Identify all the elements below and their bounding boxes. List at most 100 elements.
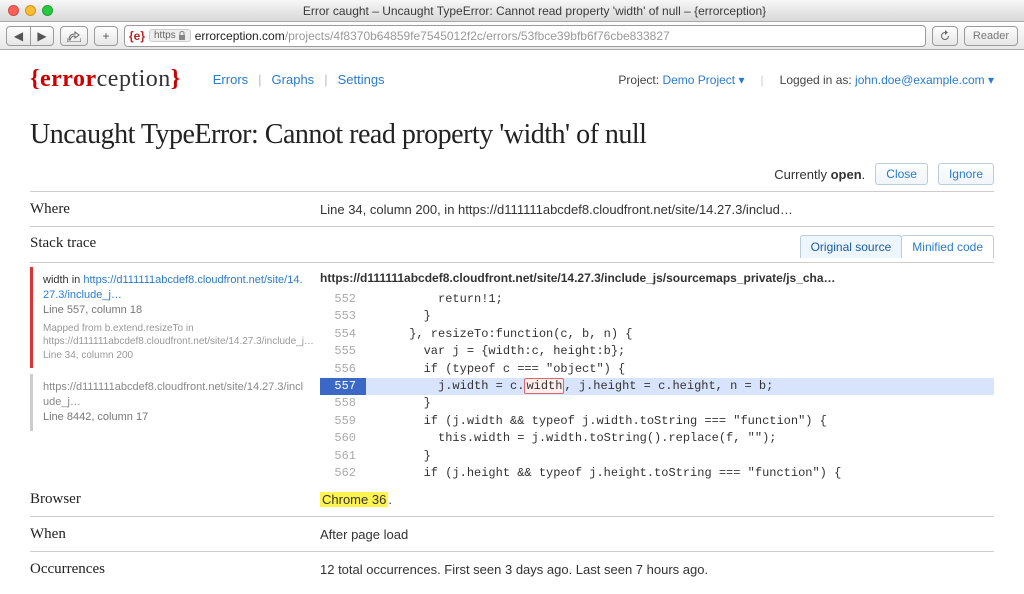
- code-text: var j = {width:c, height:b};: [366, 343, 994, 360]
- when-row: When After page load: [30, 517, 994, 552]
- occurrences-row: Occurrences 12 total occurrences. First …: [30, 552, 994, 586]
- code-block: 552 return!1;553 }554 }, resizeTo:functi…: [320, 291, 994, 482]
- stack-frame[interactable]: width in https://d111111abcdef8.cloudfro…: [30, 267, 312, 368]
- code-line: 560 this.width = j.width.toString().repl…: [320, 430, 994, 447]
- stack-frame[interactable]: https://d111111abcdef8.cloudfront.net/si…: [30, 374, 312, 431]
- https-badge: https: [149, 29, 191, 42]
- nav-separator: |: [324, 72, 327, 87]
- nav-separator: |: [761, 73, 764, 87]
- code-text: if (j.height && typeof j.height.toString…: [366, 465, 994, 482]
- nav-settings[interactable]: Settings: [334, 72, 389, 87]
- back-button[interactable]: ◀: [6, 26, 30, 46]
- source-tabs: Original source Minified code: [320, 235, 994, 258]
- url-text: errorception.com/projects/4f8370b64859fe…: [195, 29, 670, 43]
- user-link[interactable]: john.doe@example.com ▾: [855, 73, 994, 87]
- code-line: 557 j.width = c.width, j.height = c.heig…: [320, 378, 994, 395]
- line-number: 562: [320, 465, 366, 482]
- code-line: 556 if (typeof c === "object") {: [320, 361, 994, 378]
- code-text: return!1;: [366, 291, 994, 308]
- occurrences-label: Occurrences: [30, 560, 320, 578]
- when-label: When: [30, 525, 320, 543]
- where-value: Line 34, column 200, in https://d111111a…: [320, 200, 994, 217]
- close-button[interactable]: Close: [875, 163, 928, 185]
- favicon-icon: {e}: [129, 28, 145, 44]
- line-number: 558: [320, 395, 366, 412]
- line-number: 561: [320, 448, 366, 465]
- window-title: Error caught – Uncaught TypeError: Canno…: [53, 4, 1016, 18]
- lock-icon: [178, 31, 186, 40]
- code-line: 554 }, resizeTo:function(c, b, n) {: [320, 326, 994, 343]
- code-text: }: [366, 308, 994, 325]
- share-button[interactable]: [60, 26, 88, 46]
- browser-value: Chrome 36.: [320, 490, 994, 507]
- nav-errors[interactable]: Errors: [209, 72, 252, 87]
- code-text: this.width = j.width.toString().replace(…: [366, 430, 994, 447]
- code-text: j.width = c.width, j.height = c.height, …: [366, 378, 994, 395]
- add-button[interactable]: +: [94, 26, 118, 46]
- where-label: Where: [30, 200, 320, 218]
- code-line: 562 if (j.height && typeof j.height.toSt…: [320, 465, 994, 482]
- browser-toolbar: ◀ ▶ + {e} https errorception.com/project…: [0, 22, 1024, 50]
- when-value: After page load: [320, 525, 994, 542]
- stack-label: Stack trace: [30, 235, 320, 258]
- code-line: 561 }: [320, 448, 994, 465]
- code-line: 553 }: [320, 308, 994, 325]
- close-window-icon[interactable]: [8, 5, 19, 16]
- frame-location: Line 8442, column 17: [43, 411, 148, 423]
- line-number: 557: [320, 378, 366, 395]
- status-text: Currently open.: [774, 167, 865, 182]
- nav-graphs[interactable]: Graphs: [268, 72, 319, 87]
- line-number: 556: [320, 361, 366, 378]
- page-content: {errorception} Errors | Graphs | Setting…: [0, 50, 1024, 594]
- project-link[interactable]: Demo Project ▾: [662, 73, 744, 87]
- line-number: 555: [320, 343, 366, 360]
- reader-button[interactable]: Reader: [964, 26, 1018, 46]
- brand-logo[interactable]: {errorception}: [30, 66, 181, 93]
- code-text: if (j.width && typeof j.width.toString =…: [366, 413, 994, 430]
- traffic-lights: [8, 5, 53, 16]
- reload-button[interactable]: [932, 26, 958, 46]
- code-line: 558 }: [320, 395, 994, 412]
- minimize-window-icon[interactable]: [25, 5, 36, 16]
- user-nav: Project: Demo Project ▾ | Logged in as: …: [618, 73, 994, 87]
- occurrences-value: 12 total occurrences. First seen 3 days …: [320, 560, 994, 577]
- url-bar[interactable]: {e} https errorception.com/projects/4f83…: [124, 25, 926, 47]
- error-token: width: [524, 378, 564, 394]
- source-file-path: https://d111111abcdef8.cloudfront.net/si…: [320, 267, 994, 291]
- code-line: 552 return!1;: [320, 291, 994, 308]
- code-line: 555 var j = {width:c, height:b};: [320, 343, 994, 360]
- code-text: }: [366, 448, 994, 465]
- zoom-window-icon[interactable]: [42, 5, 53, 16]
- frame-mapped-info: Mapped from b.extend.resizeTo in https:/…: [43, 322, 304, 363]
- details-table: Where Line 34, column 200, in https://d1…: [30, 191, 994, 586]
- main-nav: Errors | Graphs | Settings: [209, 72, 389, 87]
- frame-file-link[interactable]: https://d111111abcdef8.cloudfront.net/si…: [43, 381, 303, 408]
- status-row: Currently open. Close Ignore: [30, 163, 994, 185]
- line-number: 559: [320, 413, 366, 430]
- line-number: 553: [320, 308, 366, 325]
- error-title: Uncaught TypeError: Cannot read property…: [30, 119, 994, 151]
- browser-label: Browser: [30, 490, 320, 508]
- tab-original-source[interactable]: Original source: [800, 235, 903, 258]
- code-text: if (typeof c === "object") {: [366, 361, 994, 378]
- tab-minified-code[interactable]: Minified code: [901, 235, 994, 258]
- ignore-button[interactable]: Ignore: [938, 163, 994, 185]
- stack-content: width in https://d111111abcdef8.cloudfro…: [30, 267, 994, 482]
- source-pane: https://d111111abcdef8.cloudfront.net/si…: [320, 267, 994, 482]
- frame-location: Line 557, column 18: [43, 304, 142, 316]
- line-number: 560: [320, 430, 366, 447]
- code-text: }: [366, 395, 994, 412]
- user-menu[interactable]: Logged in as: john.doe@example.com ▾: [780, 73, 994, 87]
- stack-header-row: Stack trace Original source Minified cod…: [30, 227, 994, 263]
- line-number: 552: [320, 291, 366, 308]
- where-row: Where Line 34, column 200, in https://d1…: [30, 192, 994, 227]
- project-switcher[interactable]: Project: Demo Project ▾: [618, 73, 744, 87]
- nav-buttons: ◀ ▶: [6, 26, 54, 46]
- stack-frames: width in https://d111111abcdef8.cloudfro…: [30, 267, 320, 482]
- forward-button[interactable]: ▶: [30, 26, 54, 46]
- nav-separator: |: [258, 72, 261, 87]
- header-row: {errorception} Errors | Graphs | Setting…: [30, 66, 994, 93]
- code-text: }, resizeTo:function(c, b, n) {: [366, 326, 994, 343]
- browser-row: Browser Chrome 36.: [30, 482, 994, 517]
- line-number: 554: [320, 326, 366, 343]
